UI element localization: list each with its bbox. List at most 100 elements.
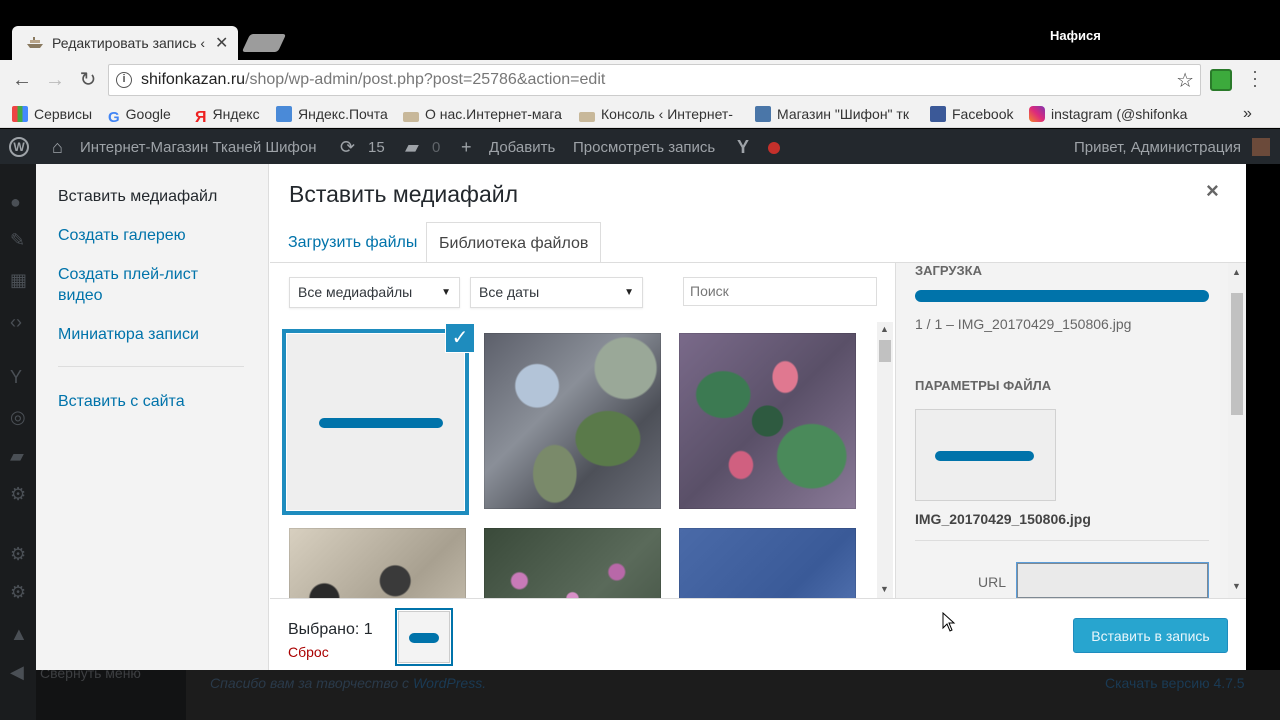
yoast-menu-icon[interactable]: Y (10, 367, 30, 387)
bookmark-about[interactable]: О нас.Интернет-мага (403, 104, 563, 124)
circle-icon[interactable]: ◎ (10, 407, 30, 427)
bookmark-vk-shop[interactable]: Магазин "Шифон" тк (755, 104, 915, 124)
footer-version-link[interactable]: Скачать версию 4.7.5 (1105, 675, 1245, 691)
ship-icon (403, 112, 419, 122)
google-icon: G (108, 109, 120, 126)
clear-selection-link[interactable]: Сброс (288, 644, 329, 660)
forward-arrow-icon[interactable]: → (43, 68, 67, 92)
scroll-down-icon[interactable]: ▼ (1232, 581, 1241, 591)
attachment-thumbnail-fabric[interactable] (484, 333, 661, 509)
updates-icon[interactable]: ⟳ (340, 137, 360, 157)
adminbar-view-post[interactable]: Просмотреть запись (573, 139, 715, 156)
code-icon[interactable]: ‹› (10, 312, 30, 332)
address-url[interactable]: shifonkazan.ru/shop/wp-admin/post.php?po… (141, 71, 605, 89)
selection-thumbnail[interactable] (398, 611, 450, 663)
bookmark-console[interactable]: Консоль ‹ Интернет- (579, 104, 739, 124)
settings-icon[interactable]: ⚙ (10, 582, 30, 602)
menu-create-video-playlist[interactable]: Создать плей-лист видео (58, 264, 228, 306)
comments-icon[interactable]: ▰ (405, 137, 425, 157)
sidebar-separator (915, 540, 1209, 541)
triangle-icon[interactable]: ▲ (10, 624, 30, 644)
chat-icon[interactable]: ▰ (10, 446, 30, 466)
avatar[interactable] (1252, 138, 1270, 156)
image-placeholder-bar (319, 418, 443, 428)
checkmark-icon[interactable]: ✓ (445, 323, 475, 353)
insert-into-post-button[interactable]: Вставить в запись (1073, 618, 1228, 653)
vk-icon (755, 106, 771, 122)
close-icon[interactable]: × (1206, 178, 1219, 204)
menu-insert-media[interactable]: Вставить медиафайл (58, 186, 217, 207)
attachment-details-sidebar: Загрузка 1 / 1 – IMG_20170429_150806.jpg… (895, 263, 1246, 598)
close-tab-icon[interactable]: ✕ (215, 33, 228, 53)
menu-separator (58, 366, 244, 367)
scroll-down-icon[interactable]: ▼ (880, 584, 889, 594)
grid-scrollbar[interactable]: ▲ ▼ (877, 322, 893, 598)
scroll-up-icon[interactable]: ▲ (1232, 267, 1241, 277)
modal-title: Вставить медиафайл (289, 181, 519, 207)
home-icon[interactable]: ⌂ (52, 137, 72, 157)
upload-progress-bar (915, 290, 1209, 302)
bookmark-facebook[interactable]: Facebook (930, 104, 1013, 124)
scroll-up-icon[interactable]: ▲ (880, 324, 889, 334)
bookmark-google[interactable]: G Google (108, 104, 171, 126)
back-arrow-icon[interactable]: ← (10, 68, 34, 92)
bookmark-yandex[interactable]: Я Яндекс (195, 104, 260, 126)
tab-media-library[interactable]: Библиотека файлов (426, 222, 602, 263)
media-modal: Вставить медиафайл Создать галерею Созда… (36, 164, 1246, 670)
upload-heading: Загрузка (915, 263, 982, 278)
grid-icon[interactable]: ▦ (10, 270, 30, 290)
collapse-icon[interactable]: ◀ (10, 662, 30, 682)
adminbar-comments-count[interactable]: 0 (432, 139, 440, 156)
extension-icon[interactable] (1210, 69, 1232, 91)
bookmark-star-icon[interactable]: ☆ (1176, 68, 1194, 93)
settings-icon[interactable]: ⚙ (10, 484, 30, 504)
plus-icon[interactable]: + (461, 137, 481, 157)
attachment-thumbnail-fabric[interactable] (484, 528, 661, 598)
sidebar-scrollbar-thumb[interactable] (1231, 293, 1243, 415)
media-date-filter[interactable]: Все даты ▼ (470, 277, 643, 308)
sidebar-scrollbar[interactable]: ▲ ▼ (1228, 263, 1246, 598)
settings-icon[interactable]: ⚙ (10, 544, 30, 564)
media-type-filter[interactable]: Все медиафайлы ▼ (289, 277, 460, 308)
wp-admin-menu: ● ✎ ▦ ‹› Y ◎ ▰ ⚙ ⚙ ⚙ ▲ ◀ (0, 164, 36, 720)
bookmark-instagram[interactable]: instagram (@shifonka (1029, 104, 1189, 124)
users-icon[interactable]: ● (10, 192, 30, 212)
yoast-icon[interactable]: Y (737, 137, 757, 157)
adminbar-updates-count[interactable]: 15 (368, 139, 385, 156)
adminbar-greeting[interactable]: Привет, Администрация (1074, 139, 1241, 156)
attachment-thumbnail-fabric[interactable] (679, 528, 856, 598)
attachment-thumbnail-selected[interactable] (287, 334, 464, 510)
menu-create-gallery[interactable]: Создать галерею (58, 225, 186, 246)
attachment-thumbnail-fabric[interactable] (289, 528, 466, 598)
tools-icon[interactable]: ✎ (10, 230, 30, 250)
attachment-filename: IMG_20170429_150806.jpg (915, 511, 1091, 527)
browser-menu-icon[interactable]: · · · (1252, 62, 1258, 94)
address-bar[interactable]: i shifonkazan.ru/shop/wp-admin/post.php?… (108, 64, 1201, 96)
ship-icon (579, 112, 595, 122)
wordpress-logo-icon[interactable]: W (9, 137, 29, 157)
menu-insert-from-url[interactable]: Вставить с сайта (58, 391, 185, 412)
upload-status: 1 / 1 – IMG_20170429_150806.jpg (915, 316, 1132, 332)
site-info-icon[interactable]: i (116, 72, 132, 88)
media-search-input[interactable]: Поиск (683, 277, 877, 306)
yandex-icon: Я (195, 109, 207, 126)
mouse-cursor-icon (942, 612, 956, 632)
attachment-url-field[interactable] (1017, 563, 1208, 598)
tab-upload-files[interactable]: Загрузить файлы (276, 222, 429, 263)
adminbar-add-new[interactable]: Добавить (489, 139, 555, 156)
adminbar-site-name[interactable]: Интернет-Магазин Тканей Шифон (80, 139, 316, 156)
reload-icon[interactable]: ↻ (76, 68, 100, 92)
grid-scrollbar-thumb[interactable] (879, 340, 891, 362)
browser-tab-active[interactable]: Редактировать запись ‹ ✕ (12, 26, 238, 60)
bookmark-yandex-mail[interactable]: Яндекс.Почта (276, 104, 388, 124)
browser-profile-name[interactable]: Нафися (1050, 28, 1101, 43)
menu-featured-image[interactable]: Миниатюра записи (58, 324, 199, 345)
browser-tab-title: Редактировать запись ‹ (52, 35, 206, 51)
bookmarks-overflow[interactable]: » (1243, 104, 1252, 124)
bookmark-services[interactable]: Сервисы (12, 104, 92, 124)
image-placeholder-bar (935, 451, 1034, 461)
new-tab-button[interactable] (241, 34, 287, 52)
wordpress-link[interactable]: WordPress. (413, 675, 486, 691)
attachment-thumbnail-fabric[interactable] (679, 333, 856, 509)
attachment-preview (915, 409, 1056, 501)
